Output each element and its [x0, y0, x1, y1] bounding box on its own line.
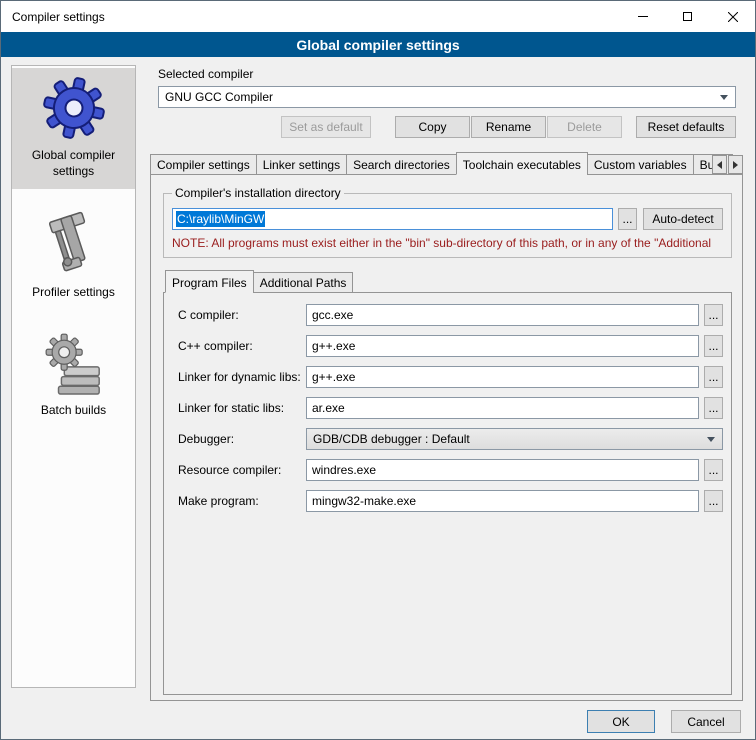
- sidebar-item-batch-builds[interactable]: Batch builds: [12, 325, 135, 429]
- sidebar-item-label: Profiler settings: [32, 285, 115, 301]
- installation-directory-value: C:\raylib\MinGW: [176, 211, 265, 227]
- tab-program-files[interactable]: Program Files: [165, 270, 254, 293]
- field-row-make-program: Make program: mingw32-make.exe ...: [178, 490, 723, 512]
- delete-button[interactable]: Delete: [547, 116, 622, 138]
- compiler-actions: Set as default Copy Rename Delete Reset …: [281, 116, 747, 138]
- profiler-icon: [45, 211, 103, 277]
- field-row-static-linker: Linker for static libs: ar.exe ...: [178, 397, 723, 419]
- static-linker-input[interactable]: ar.exe: [306, 397, 699, 419]
- chevron-down-icon: [720, 95, 728, 100]
- tab-scroll-right-button[interactable]: [728, 155, 743, 174]
- installation-directory-input[interactable]: C:\raylib\MinGW: [172, 208, 613, 230]
- dynamic-linker-browse-button[interactable]: ...: [704, 366, 723, 388]
- field-label: Linker for static libs:: [178, 401, 306, 415]
- make-program-input[interactable]: mingw32-make.exe: [306, 490, 699, 512]
- rename-button[interactable]: Rename: [471, 116, 546, 138]
- field-label: Resource compiler:: [178, 463, 306, 477]
- close-button[interactable]: [710, 1, 755, 32]
- c-compiler-browse-button[interactable]: ...: [704, 304, 723, 326]
- field-label: C compiler:: [178, 308, 306, 322]
- field-row-resource-compiler: Resource compiler: windres.exe ...: [178, 459, 723, 481]
- resource-compiler-browse-button[interactable]: ...: [704, 459, 723, 481]
- window-title: Compiler settings: [1, 10, 105, 24]
- sidebar-item-global-compiler-settings[interactable]: Global compiler settings: [12, 68, 135, 189]
- installation-directory-group-title: Compiler's installation directory: [172, 186, 344, 200]
- static-linker-browse-button[interactable]: ...: [704, 397, 723, 419]
- field-row-dynamic-linker: Linker for dynamic libs: g++.exe ...: [178, 366, 723, 388]
- window-controls: [620, 1, 755, 32]
- c-compiler-input[interactable]: gcc.exe: [306, 304, 699, 326]
- tab-toolchain-executables[interactable]: Toolchain executables: [456, 152, 588, 175]
- tab-additional-paths[interactable]: Additional Paths: [253, 272, 354, 293]
- cpp-compiler-value: g++.exe: [312, 339, 355, 353]
- close-icon: [728, 12, 738, 22]
- copy-button[interactable]: Copy: [395, 116, 470, 138]
- titlebar: Compiler settings: [1, 1, 755, 32]
- arrow-left-icon: [717, 161, 722, 169]
- main-panel: Selected compiler GNU GCC Compiler Set a…: [146, 57, 747, 701]
- ok-button[interactable]: OK: [587, 710, 655, 733]
- dynamic-linker-input[interactable]: g++.exe: [306, 366, 699, 388]
- arrow-right-icon: [733, 161, 738, 169]
- compiler-settings-window: Compiler settings Global compiler settin…: [0, 0, 756, 740]
- tab-linker-settings[interactable]: Linker settings: [256, 154, 347, 175]
- tab-search-directories[interactable]: Search directories: [346, 154, 457, 175]
- tab-custom-variables[interactable]: Custom variables: [587, 154, 694, 175]
- resource-compiler-input[interactable]: windres.exe: [306, 459, 699, 481]
- minimize-icon: [638, 16, 648, 17]
- set-as-default-button[interactable]: Set as default: [281, 116, 371, 138]
- installation-directory-group: Compiler's installation directory C:\ray…: [163, 193, 732, 258]
- cpp-compiler-browse-button[interactable]: ...: [704, 335, 723, 357]
- tab-compiler-settings[interactable]: Compiler settings: [150, 154, 257, 175]
- field-row-c-compiler: C compiler: gcc.exe ...: [178, 304, 723, 326]
- dialog-header-title: Global compiler settings: [296, 37, 459, 53]
- field-label: C++ compiler:: [178, 339, 306, 353]
- toolchain-executables-pane: Compiler's installation directory C:\ray…: [150, 174, 743, 701]
- reset-defaults-button[interactable]: Reset defaults: [636, 116, 736, 138]
- dialog-content: Global compiler settings Profiler settin…: [1, 57, 755, 739]
- selected-compiler-select[interactable]: GNU GCC Compiler: [158, 86, 736, 108]
- field-row-cpp-compiler: C++ compiler: g++.exe ...: [178, 335, 723, 357]
- field-row-debugger: Debugger: GDB/CDB debugger : Default: [178, 428, 723, 450]
- batch-builds-icon: [43, 333, 105, 395]
- c-compiler-value: gcc.exe: [312, 308, 353, 322]
- selected-compiler-label: Selected compiler: [158, 67, 747, 81]
- maximize-icon: [683, 12, 692, 21]
- blue-gear-icon: [42, 76, 106, 140]
- cancel-button[interactable]: Cancel: [671, 710, 741, 733]
- field-label: Debugger:: [178, 432, 306, 446]
- program-files-tabstrip: Program Files Additional Paths: [165, 270, 732, 293]
- field-label: Make program:: [178, 494, 306, 508]
- maximize-button[interactable]: [665, 1, 710, 32]
- autodetect-button[interactable]: Auto-detect: [643, 208, 723, 230]
- debugger-value: GDB/CDB debugger : Default: [313, 432, 470, 446]
- static-linker-value: ar.exe: [312, 401, 345, 415]
- bin-subdirectory-note: NOTE: All programs must exist either in …: [172, 236, 723, 250]
- make-program-browse-button[interactable]: ...: [704, 490, 723, 512]
- field-label: Linker for dynamic libs:: [178, 370, 306, 384]
- sidebar-item-label: Global compiler settings: [15, 148, 132, 179]
- debugger-select[interactable]: GDB/CDB debugger : Default: [306, 428, 723, 450]
- tab-scroll-buttons: [711, 155, 743, 174]
- installation-directory-row: C:\raylib\MinGW ... Auto-detect: [172, 208, 723, 230]
- dialog-header: Global compiler settings: [1, 32, 755, 57]
- program-files-pane: C compiler: gcc.exe ... C++ compiler: g+…: [163, 292, 732, 695]
- cpp-compiler-input[interactable]: g++.exe: [306, 335, 699, 357]
- sidebar-item-profiler-settings[interactable]: Profiler settings: [12, 203, 135, 311]
- settings-category-list: Global compiler settings Profiler settin…: [11, 65, 136, 688]
- dynamic-linker-value: g++.exe: [312, 370, 355, 384]
- tab-scroll-left-button[interactable]: [712, 155, 727, 174]
- sidebar-item-label: Batch builds: [41, 403, 106, 419]
- resource-compiler-value: windres.exe: [312, 463, 376, 477]
- minimize-button[interactable]: [620, 1, 665, 32]
- chevron-down-icon: [707, 437, 715, 442]
- make-program-value: mingw32-make.exe: [312, 494, 416, 508]
- selected-compiler-value: GNU GCC Compiler: [165, 90, 273, 104]
- installation-directory-browse-button[interactable]: ...: [618, 208, 637, 230]
- settings-tabstrip: Compiler settings Linker settings Search…: [150, 152, 747, 175]
